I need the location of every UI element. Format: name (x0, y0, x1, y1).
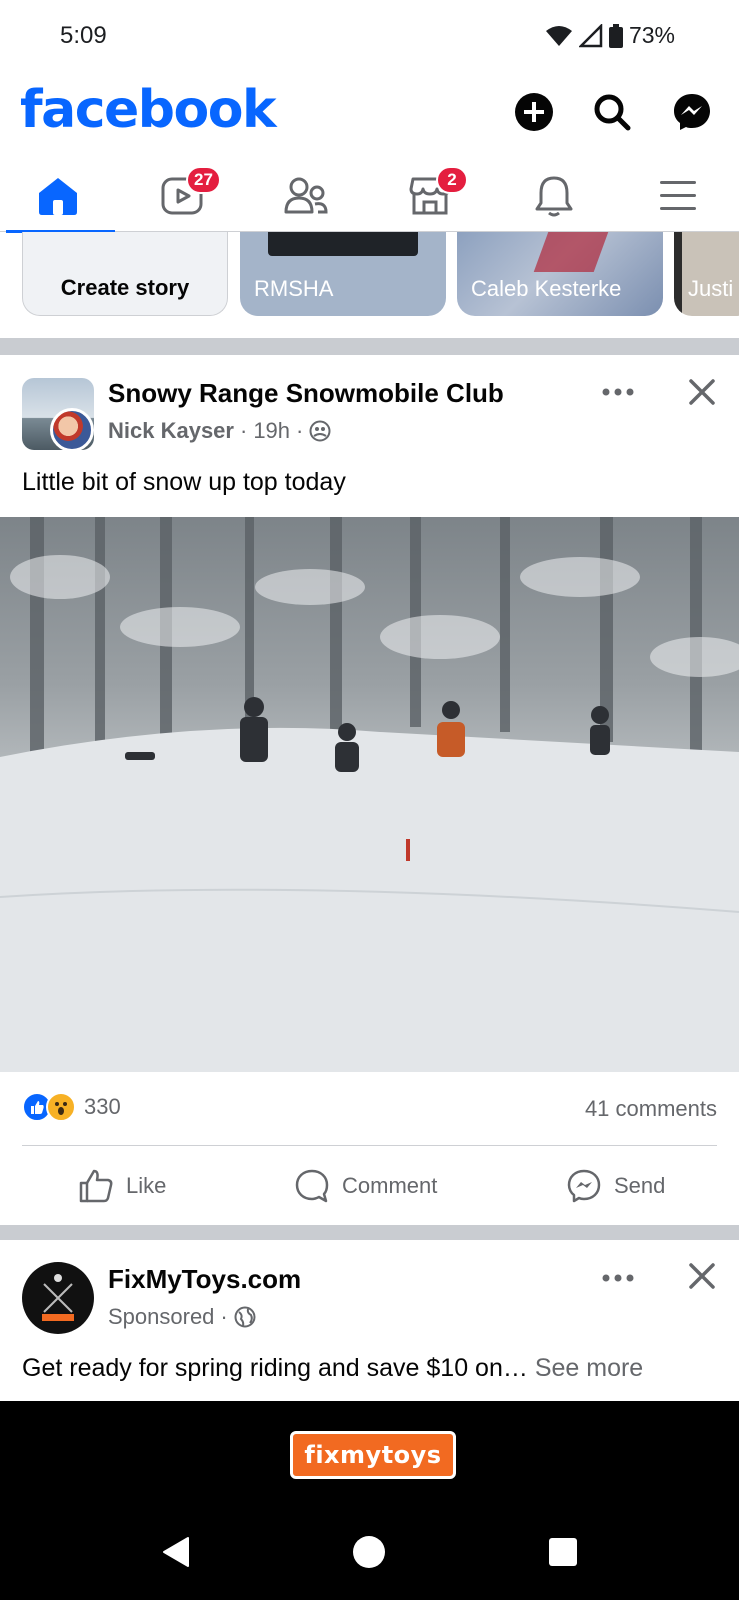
messenger-icon (674, 94, 710, 130)
system-nav-bar (0, 1501, 739, 1600)
feed-divider (0, 338, 739, 355)
group-privacy-icon (309, 420, 331, 442)
story-thumbnail (533, 232, 609, 272)
marketplace-badge: 2 (436, 166, 468, 194)
ad-text: Get ready for spring riding and save $10… (22, 1354, 643, 1383)
post-text: Little bit of snow up top today (22, 468, 346, 496)
story-thumbnail (268, 232, 418, 256)
tab-friends[interactable] (248, 160, 363, 232)
tab-notifications[interactable] (496, 160, 611, 232)
snow-scene-illustration (0, 517, 739, 1072)
menu-icon (659, 181, 696, 210)
search-button[interactable] (590, 90, 634, 134)
advertiser-name[interactable]: FixMyToys.com (108, 1264, 301, 1295)
sponsored-label: Sponsored (108, 1304, 215, 1329)
facebook-logo[interactable]: facebook (20, 80, 277, 140)
post-more-button[interactable] (596, 374, 640, 410)
fixmytoys-logo-icon (42, 1274, 74, 1321)
comment-icon (295, 1169, 329, 1203)
ad-body: Get ready for spring riding and save $10… (22, 1354, 528, 1382)
more-icon (602, 388, 634, 396)
banner-logo-text: fixmytoys (304, 1441, 442, 1469)
messenger-send-icon (567, 1169, 601, 1203)
comments-count[interactable]: 41 comments (585, 1096, 717, 1122)
plus-icon (515, 93, 553, 131)
create-story-card[interactable]: Create story (22, 232, 228, 316)
fixmytoys-logo: fixmytoys (290, 1431, 456, 1479)
app-header: facebook (0, 80, 739, 150)
comment-label: Comment (342, 1173, 438, 1198)
recents-icon[interactable] (546, 1535, 580, 1569)
post-author[interactable]: Nick Kayser (108, 418, 234, 444)
comment-button[interactable]: Comment (294, 1165, 437, 1207)
home-button-icon[interactable] (352, 1535, 386, 1569)
post-meta: Nick Kayser · 19h · (108, 418, 331, 444)
story-label: RMSHA (254, 276, 334, 301)
like-label: Like (126, 1173, 167, 1198)
signal-icon (578, 23, 603, 47)
advertiser-avatar[interactable] (22, 1262, 94, 1334)
author-avatar[interactable] (50, 408, 94, 452)
stories-tray: Create story RMSHA Caleb Kesterke Justi (0, 232, 739, 322)
home-icon (38, 178, 77, 215)
close-icon (689, 1263, 715, 1289)
post-time[interactable]: 19h (253, 418, 290, 444)
messenger-button[interactable] (670, 90, 714, 134)
story-card-caleb[interactable]: Caleb Kesterke (457, 232, 663, 316)
wow-reaction-icon (46, 1092, 76, 1122)
reaction-count: 330 (84, 1094, 121, 1119)
status-time: 5:09 (60, 22, 107, 49)
reaction-summary[interactable]: 330 (22, 1092, 121, 1122)
story-card-justi[interactable]: Justi (674, 232, 739, 316)
create-story-label: Create story (60, 275, 190, 300)
see-more-link[interactable]: See more (535, 1354, 643, 1382)
send-label: Send (614, 1173, 666, 1198)
story-label: Justi (688, 276, 734, 301)
tab-video[interactable]: 27 (124, 160, 239, 232)
ad-meta: Sponsored · (108, 1304, 256, 1330)
meta-separator: · (220, 1304, 228, 1329)
search-icon (594, 94, 631, 131)
like-button[interactable]: Like (78, 1165, 166, 1207)
status-bar: 5:09 73% (0, 0, 739, 70)
post-separator (22, 1145, 717, 1146)
story-label: Caleb Kesterke (471, 276, 622, 301)
ad-close-button[interactable] (680, 1256, 724, 1296)
like-icon (79, 1169, 113, 1203)
battery-icon (608, 23, 623, 48)
back-icon[interactable] (160, 1535, 194, 1569)
video-badge: 27 (186, 166, 221, 194)
tab-marketplace[interactable]: 2 (372, 160, 487, 232)
globe-icon (234, 1306, 256, 1328)
battery-percent: 73% (628, 22, 675, 48)
status-icons: 73% (545, 22, 675, 49)
bell-icon (535, 176, 572, 217)
more-icon (602, 1274, 634, 1282)
meta-separator: · (239, 418, 248, 443)
meta-separator: · (296, 418, 304, 443)
ad-banner[interactable]: fixmytoys (0, 1401, 739, 1501)
story-card-rmsha[interactable]: RMSHA (240, 232, 446, 316)
post-photo[interactable] (0, 517, 739, 1072)
send-button[interactable]: Send (566, 1165, 665, 1207)
tab-home[interactable] (0, 160, 115, 233)
friends-icon (284, 177, 328, 214)
post-close-button[interactable] (680, 372, 724, 412)
tab-menu[interactable] (620, 160, 735, 232)
wifi-icon (545, 25, 572, 46)
ad-more-button[interactable] (596, 1260, 640, 1296)
create-button[interactable] (512, 90, 556, 134)
close-icon (689, 379, 715, 405)
feed-divider (0, 1225, 739, 1240)
nav-tabs: 27 2 (0, 160, 739, 233)
post-group-name[interactable]: Snowy Range Snowmobile Club (108, 378, 504, 409)
